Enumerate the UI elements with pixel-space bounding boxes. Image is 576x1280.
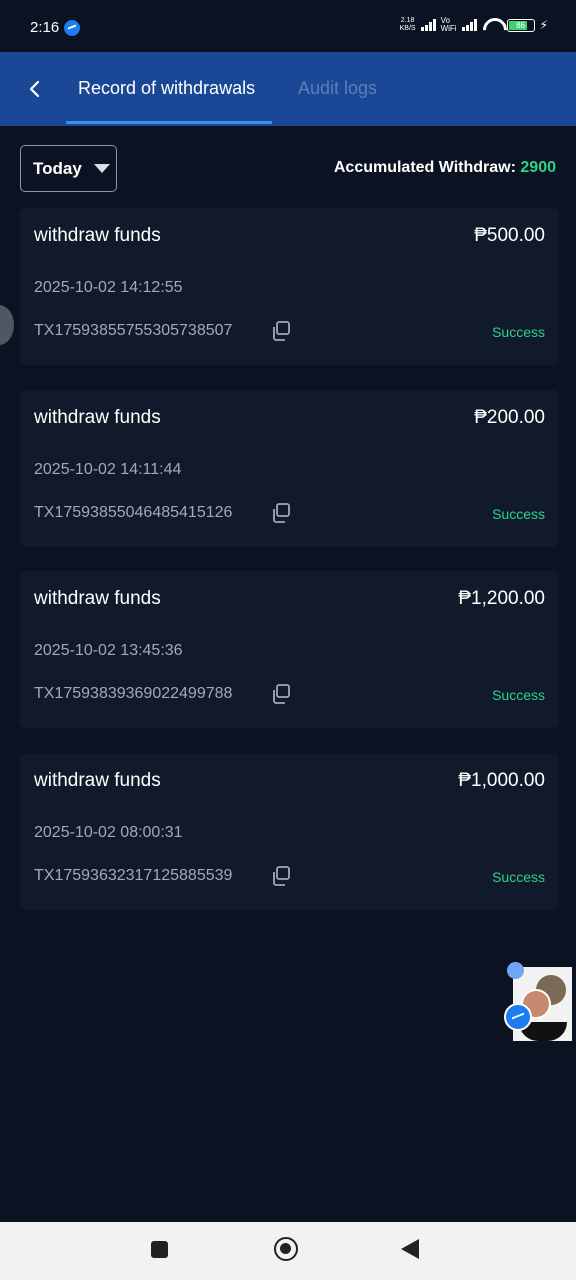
system-nav-bar xyxy=(0,1222,576,1280)
active-tab-indicator xyxy=(66,121,272,124)
withdrawal-record-card: withdraw funds ₱1,200.00 2025-10-02 13:4… xyxy=(20,571,559,728)
withdrawal-record-card: withdraw funds ₱1,000.00 2025-10-02 08:0… xyxy=(20,753,559,910)
status-time: 2:16 xyxy=(30,19,60,36)
withdrawal-record-card: withdraw funds ₱500.00 2025-10-02 14:12:… xyxy=(20,208,559,365)
vowifi-label: Vo WiFi xyxy=(441,17,457,33)
record-transaction-id: TX17593632317125885539 xyxy=(34,867,233,884)
record-title: withdraw funds xyxy=(34,407,161,428)
chat-notification-dot xyxy=(507,962,524,979)
tab-audit-logs[interactable]: Audit logs xyxy=(298,78,377,99)
copy-icon[interactable] xyxy=(270,320,292,342)
status-right-group: 2.18 KB/S Vo WiFi 86 ⚡ xyxy=(400,17,548,33)
record-status-badge: Success xyxy=(492,324,545,340)
record-status-badge: Success xyxy=(492,869,545,885)
app-header: Record of withdrawals Audit logs xyxy=(0,52,576,126)
copy-icon[interactable] xyxy=(270,683,292,705)
copy-icon[interactable] xyxy=(270,502,292,524)
record-title: withdraw funds xyxy=(34,770,161,791)
accumulated-withdraw-value: 2900 xyxy=(520,159,556,176)
record-datetime: 2025-10-02 14:12:55 xyxy=(34,279,183,296)
status-bar: 2:16 2.18 KB/S Vo WiFi 86 ⚡ xyxy=(0,0,576,52)
withdrawal-record-card: withdraw funds ₱200.00 2025-10-02 14:11:… xyxy=(20,390,559,547)
record-amount: ₱200.00 xyxy=(474,407,545,428)
messenger-icon xyxy=(504,1003,532,1031)
accumulated-withdraw: Accumulated Withdraw: 2900 xyxy=(334,159,556,177)
record-amount: ₱500.00 xyxy=(474,225,545,246)
signal-icon xyxy=(420,19,436,31)
record-status-badge: Success xyxy=(492,687,545,703)
wifi-icon xyxy=(482,18,502,32)
network-speed: 2.18 KB/S xyxy=(400,17,416,33)
floating-edge-handle[interactable] xyxy=(0,305,14,345)
battery-level: 86 xyxy=(516,20,526,30)
copy-icon[interactable] xyxy=(270,865,292,887)
battery-icon: 86 xyxy=(506,18,535,32)
record-amount: ₱1,200.00 xyxy=(458,588,545,609)
back-button[interactable] xyxy=(20,74,50,104)
back-triangle-icon[interactable] xyxy=(401,1239,419,1259)
home-circle-icon[interactable] xyxy=(274,1237,298,1261)
charging-icon: ⚡ xyxy=(539,18,548,32)
date-filter-dropdown[interactable]: Today xyxy=(20,145,117,192)
signal-icon xyxy=(461,19,477,31)
caret-down-icon xyxy=(93,164,110,173)
accumulated-withdraw-label: Accumulated Withdraw: xyxy=(333,159,516,176)
tab-record-of-withdrawals[interactable]: Record of withdrawals xyxy=(78,78,255,99)
record-title: withdraw funds xyxy=(34,225,161,246)
record-datetime: 2025-10-02 13:45:36 xyxy=(34,642,183,659)
record-status-badge: Success xyxy=(492,506,545,522)
messenger-icon xyxy=(64,20,80,36)
recents-square-icon[interactable] xyxy=(151,1241,168,1258)
record-amount: ₱1,000.00 xyxy=(458,770,545,791)
network-speed-value: 2.18 xyxy=(400,17,415,24)
record-transaction-id: TX17593855755305738507 xyxy=(34,322,233,339)
record-datetime: 2025-10-02 14:11:44 xyxy=(34,461,182,478)
record-transaction-id: TX17593839369022499788 xyxy=(34,685,233,702)
chevron-left-icon xyxy=(29,80,40,98)
date-filter-value: Today xyxy=(33,158,82,178)
network-speed-unit: KB/S xyxy=(399,25,416,32)
record-transaction-id: TX17593855046485415126 xyxy=(34,504,233,521)
vowifi-bottom: WiFi xyxy=(440,24,457,33)
record-title: withdraw funds xyxy=(34,588,161,609)
record-datetime: 2025-10-02 08:00:31 xyxy=(34,824,183,841)
